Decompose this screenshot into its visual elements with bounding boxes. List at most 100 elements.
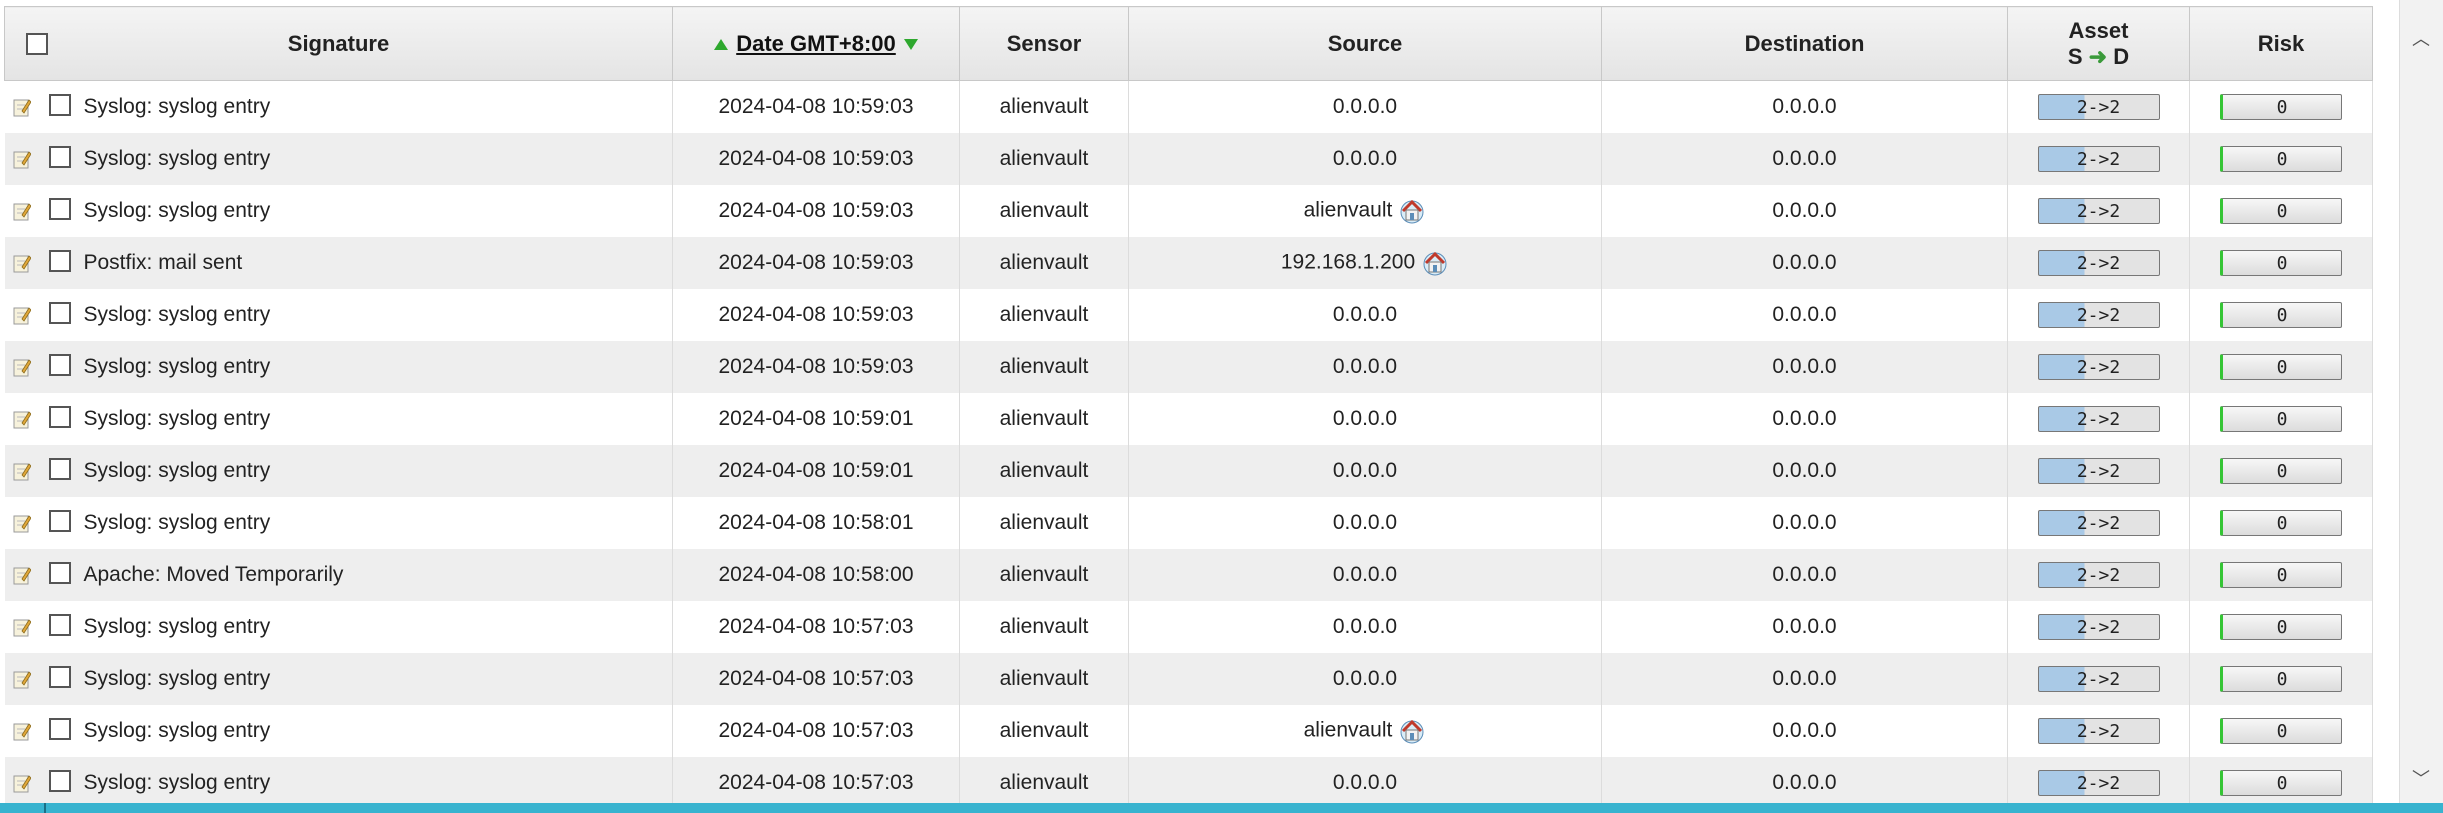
edit-note-icon[interactable] [13, 97, 31, 117]
row-checkbox[interactable] [48, 250, 71, 272]
source-address[interactable]: 0.0.0.0 [1333, 407, 1397, 430]
signature-link[interactable]: Syslog: syslog entry [84, 95, 271, 119]
signature-link[interactable]: Postfix: mail sent [84, 251, 243, 275]
column-header-asset[interactable]: Asset S ➜ D [2007, 6, 2190, 81]
edit-note-icon[interactable] [13, 357, 31, 377]
signature-link[interactable]: Syslog: syslog entry [84, 719, 271, 743]
row-checkbox[interactable] [48, 146, 71, 168]
source-address[interactable]: alienvault [1304, 199, 1393, 222]
source-address[interactable]: 0.0.0.0 [1333, 511, 1397, 534]
row-checkbox[interactable] [48, 406, 71, 428]
edit-note-icon[interactable] [13, 513, 31, 533]
destination-address[interactable]: 0.0.0.0 [1772, 147, 1836, 170]
table-row[interactable]: Syslog: syslog entry 2024-04-08 10:59:01… [4, 445, 2373, 497]
row-checkbox[interactable] [48, 458, 71, 480]
destination-address[interactable]: 0.0.0.0 [1772, 771, 1836, 794]
edit-note-icon[interactable] [13, 617, 31, 637]
signature-link[interactable]: Syslog: syslog entry [84, 355, 271, 379]
signature-link[interactable]: Apache: Moved Temporarily [84, 563, 344, 587]
host-home-icon[interactable] [1398, 717, 1426, 745]
sensor-name[interactable]: alienvault [1000, 251, 1089, 274]
table-row[interactable]: Apache: Moved Temporarily 2024-04-08 10:… [4, 549, 2373, 601]
column-header-destination[interactable]: Destination [1601, 6, 2008, 81]
source-address[interactable]: 192.168.1.200 [1281, 251, 1415, 274]
source-address[interactable]: 0.0.0.0 [1333, 355, 1397, 378]
sort-descending-icon[interactable] [903, 39, 918, 51]
table-row[interactable]: Syslog: syslog entry 2024-04-08 10:59:03… [4, 185, 2373, 237]
scroll-down-icon[interactable]: ﹀ [2412, 770, 2430, 788]
sensor-name[interactable]: alienvault [1000, 459, 1089, 482]
signature-link[interactable]: Syslog: syslog entry [84, 303, 271, 327]
row-checkbox[interactable] [48, 562, 71, 584]
row-checkbox[interactable] [48, 770, 71, 792]
row-checkbox[interactable] [48, 354, 71, 376]
vertical-scrollbar[interactable]: ︿ ﹀ [2399, 0, 2443, 803]
select-all-checkbox[interactable] [26, 33, 48, 55]
signature-link[interactable]: Syslog: syslog entry [84, 407, 271, 431]
signature-link[interactable]: Syslog: syslog entry [84, 667, 271, 691]
edit-note-icon[interactable] [13, 669, 31, 689]
edit-note-icon[interactable] [13, 721, 31, 741]
signature-link[interactable]: Syslog: syslog entry [84, 459, 271, 483]
signature-link[interactable]: Syslog: syslog entry [84, 147, 271, 171]
table-row[interactable]: Syslog: syslog entry 2024-04-08 10:59:01… [4, 393, 2373, 445]
column-label-date[interactable]: Date GMT+8:00 [736, 31, 896, 56]
column-header-sensor[interactable]: Sensor [959, 6, 1129, 81]
source-address[interactable]: 0.0.0.0 [1333, 459, 1397, 482]
destination-address[interactable]: 0.0.0.0 [1772, 95, 1836, 118]
source-address[interactable]: 0.0.0.0 [1333, 771, 1397, 794]
source-address[interactable]: 0.0.0.0 [1333, 667, 1397, 690]
signature-link[interactable]: Syslog: syslog entry [84, 771, 271, 795]
row-checkbox[interactable] [48, 666, 71, 688]
signature-link[interactable]: Syslog: syslog entry [84, 615, 271, 639]
row-checkbox[interactable] [48, 718, 71, 740]
table-row[interactable]: Syslog: syslog entry 2024-04-08 10:57:03… [4, 757, 2373, 809]
table-row[interactable]: Postfix: mail sent 2024-04-08 10:59:03 a… [4, 237, 2373, 289]
row-checkbox[interactable] [48, 302, 71, 324]
column-header-date[interactable]: Date GMT+8:00 [672, 6, 960, 81]
destination-address[interactable]: 0.0.0.0 [1772, 615, 1836, 638]
destination-address[interactable]: 0.0.0.0 [1772, 407, 1836, 430]
destination-address[interactable]: 0.0.0.0 [1772, 563, 1836, 586]
edit-note-icon[interactable] [13, 773, 31, 793]
destination-address[interactable]: 0.0.0.0 [1772, 459, 1836, 482]
table-row[interactable]: Syslog: syslog entry 2024-04-08 10:57:03… [4, 653, 2373, 705]
edit-note-icon[interactable] [13, 253, 31, 273]
sensor-name[interactable]: alienvault [1000, 511, 1089, 534]
sensor-name[interactable]: alienvault [1000, 407, 1089, 430]
column-header-source[interactable]: Source [1128, 6, 1602, 81]
sensor-name[interactable]: alienvault [1000, 147, 1089, 170]
row-checkbox[interactable] [48, 198, 71, 220]
source-address[interactable]: alienvault [1304, 719, 1393, 742]
signature-link[interactable]: Syslog: syslog entry [84, 199, 271, 223]
sensor-name[interactable]: alienvault [1000, 563, 1089, 586]
column-header-signature[interactable]: Signature [4, 6, 673, 81]
sensor-name[interactable]: alienvault [1000, 771, 1089, 794]
sensor-name[interactable]: alienvault [1000, 667, 1089, 690]
table-row[interactable]: Syslog: syslog entry 2024-04-08 10:58:01… [4, 497, 2373, 549]
host-home-icon[interactable] [1398, 197, 1426, 225]
sensor-name[interactable]: alienvault [1000, 719, 1089, 742]
destination-address[interactable]: 0.0.0.0 [1772, 303, 1836, 326]
destination-address[interactable]: 0.0.0.0 [1772, 511, 1836, 534]
column-header-risk[interactable]: Risk [2189, 6, 2373, 81]
row-checkbox[interactable] [48, 510, 71, 532]
edit-note-icon[interactable] [13, 305, 31, 325]
source-address[interactable]: 0.0.0.0 [1333, 303, 1397, 326]
signature-link[interactable]: Syslog: syslog entry [84, 511, 271, 535]
scroll-up-icon[interactable]: ︿ [2412, 30, 2430, 48]
edit-note-icon[interactable] [13, 565, 31, 585]
table-row[interactable]: Syslog: syslog entry 2024-04-08 10:57:03… [4, 705, 2373, 757]
host-home-icon[interactable] [1421, 249, 1449, 277]
source-address[interactable]: 0.0.0.0 [1333, 147, 1397, 170]
sensor-name[interactable]: alienvault [1000, 615, 1089, 638]
sensor-name[interactable]: alienvault [1000, 95, 1089, 118]
destination-address[interactable]: 0.0.0.0 [1772, 667, 1836, 690]
table-row[interactable]: Syslog: syslog entry 2024-04-08 10:57:03… [4, 601, 2373, 653]
row-checkbox[interactable] [48, 94, 71, 116]
sensor-name[interactable]: alienvault [1000, 199, 1089, 222]
edit-note-icon[interactable] [13, 201, 31, 221]
table-row[interactable]: Syslog: syslog entry 2024-04-08 10:59:03… [4, 80, 2373, 133]
source-address[interactable]: 0.0.0.0 [1333, 563, 1397, 586]
sort-ascending-icon[interactable] [714, 39, 729, 51]
